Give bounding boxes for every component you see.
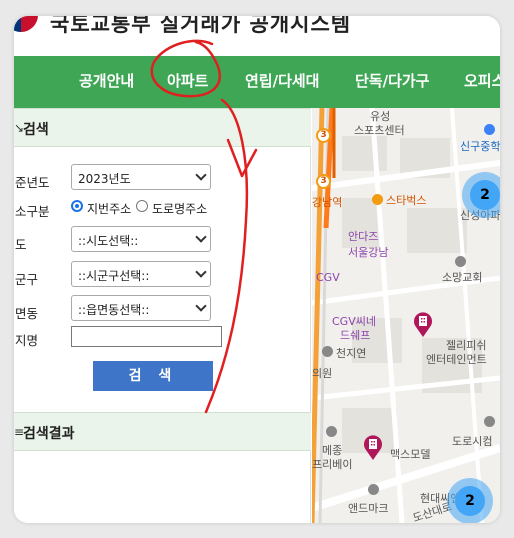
map-label-andaz-2: 서울강남 bbox=[348, 246, 389, 259]
app-window: 국토교통부 실거래가 공개시스템 공개안내 아파트 연립/다세대 단독/다가구 … bbox=[14, 16, 500, 523]
search-section-header: ↘ 검색 bbox=[14, 108, 311, 147]
building-icon bbox=[322, 346, 333, 357]
map-label-singu-school: 신구중학 bbox=[460, 140, 500, 153]
chevron-down-icon bbox=[195, 266, 207, 278]
site-banner: 국토교통부 실거래가 공개시스템 bbox=[14, 16, 500, 48]
cluster-count: 2 bbox=[455, 486, 485, 516]
map-label-cheonjiyeon: 천지연 bbox=[336, 347, 367, 360]
year-select[interactable]: 2023년도 bbox=[71, 164, 211, 190]
year-select-value: 2023년도 bbox=[78, 172, 131, 186]
cluster-count: 2 bbox=[470, 180, 500, 210]
nav-item-row-house[interactable]: 연립/다세대 bbox=[245, 70, 319, 91]
map-label-max-model: 맥스모델 bbox=[390, 448, 431, 461]
lot-address-radio[interactable] bbox=[71, 200, 83, 212]
search-section-title: 검색 bbox=[23, 122, 49, 138]
sido-select-value: ::시도선택:: bbox=[78, 234, 139, 248]
church-icon bbox=[455, 256, 466, 267]
map-label-maison-2: 프리베이 bbox=[312, 458, 353, 471]
dong-select[interactable]: ::읍면동선택:: bbox=[71, 295, 211, 321]
results-section-header: ≡ 검색결과 bbox=[14, 412, 311, 451]
map-label-andaz-1: 안다즈 bbox=[348, 230, 379, 243]
dong-select-value: ::읍면동선택:: bbox=[78, 303, 150, 317]
apartment-marker-icon[interactable] bbox=[362, 434, 384, 460]
nav-item-guide[interactable]: 공개안내 bbox=[79, 70, 134, 91]
sigungu-select[interactable]: ::시군구선택:: bbox=[71, 261, 211, 287]
sigungu-select-value: ::시군구선택:: bbox=[78, 269, 150, 283]
map-view[interactable]: 유성 스포츠센터 신구중학 3 3 강남역 스타벅스 신성아파트 안다즈 서울강… bbox=[312, 108, 500, 523]
address-type-label: 소구분 bbox=[15, 204, 50, 219]
chevron-down-icon bbox=[195, 231, 207, 243]
map-label-starbucks: 스타벅스 bbox=[386, 194, 427, 207]
cafe-icon bbox=[372, 194, 383, 205]
road-address-radio[interactable] bbox=[136, 200, 148, 212]
main-nav: 공개안내 아파트 연립/다세대 단독/다가구 오피스 bbox=[14, 56, 500, 108]
map-label-cgv: CGV bbox=[316, 271, 340, 284]
map-label-gangnam-station: 강남역 bbox=[312, 196, 343, 209]
apartment-marker-icon[interactable] bbox=[412, 311, 434, 337]
metro-line-3-icon: 3 bbox=[316, 128, 331, 143]
results-section-title: 검색결과 bbox=[23, 426, 75, 442]
cluster-marker[interactable]: 2 bbox=[447, 478, 493, 523]
map-label-cgv-cine-2: 드쉐프 bbox=[340, 329, 371, 342]
place-name-label: 지명 bbox=[15, 333, 39, 348]
sigungu-label: 군구 bbox=[15, 272, 39, 287]
map-label-andmark: 앤드마크 bbox=[348, 502, 389, 515]
poi-icon bbox=[326, 426, 337, 437]
lot-address-radio-label: 지번주소 bbox=[87, 202, 132, 216]
sido-label: 도 bbox=[15, 237, 27, 252]
year-label: 준년도 bbox=[15, 175, 50, 190]
map-label-dorosi: 도로시컴 bbox=[452, 435, 493, 448]
search-button[interactable]: 검 색 bbox=[93, 361, 213, 391]
cluster-marker[interactable]: 2 bbox=[462, 172, 500, 218]
metro-line-3-icon: 3 bbox=[316, 174, 331, 189]
map-label-somang-church: 소망교회 bbox=[442, 271, 483, 284]
shop-icon bbox=[368, 484, 379, 495]
place-name-input[interactable] bbox=[71, 326, 222, 347]
map-label-jellyfish-2: 엔터테인먼트 bbox=[426, 353, 487, 366]
site-title: 국토교통부 실거래가 공개시스템 bbox=[50, 16, 352, 36]
poi-icon bbox=[484, 416, 495, 427]
government-emblem-logo bbox=[14, 16, 38, 32]
road-address-radio-label: 도로명주소 bbox=[152, 202, 208, 216]
map-label-sports-center: 스포츠센터 bbox=[354, 124, 405, 137]
dong-label: 면동 bbox=[15, 306, 39, 321]
nav-item-detached-house[interactable]: 단독/다가구 bbox=[355, 70, 429, 91]
chevron-down-icon bbox=[195, 300, 207, 312]
chevron-down-icon bbox=[195, 169, 207, 181]
map-label-clinic: 의원 bbox=[312, 367, 333, 380]
nav-item-apartment[interactable]: 아파트 bbox=[167, 70, 208, 91]
school-icon bbox=[484, 124, 495, 135]
nav-item-officetel[interactable]: 오피스 bbox=[464, 70, 500, 91]
sido-select[interactable]: ::시도선택:: bbox=[71, 226, 211, 252]
search-panel: ↘ 검색 준년도 2023년도 소구분 지번주소 도로명주소 도 ::시도선택:… bbox=[14, 108, 311, 523]
